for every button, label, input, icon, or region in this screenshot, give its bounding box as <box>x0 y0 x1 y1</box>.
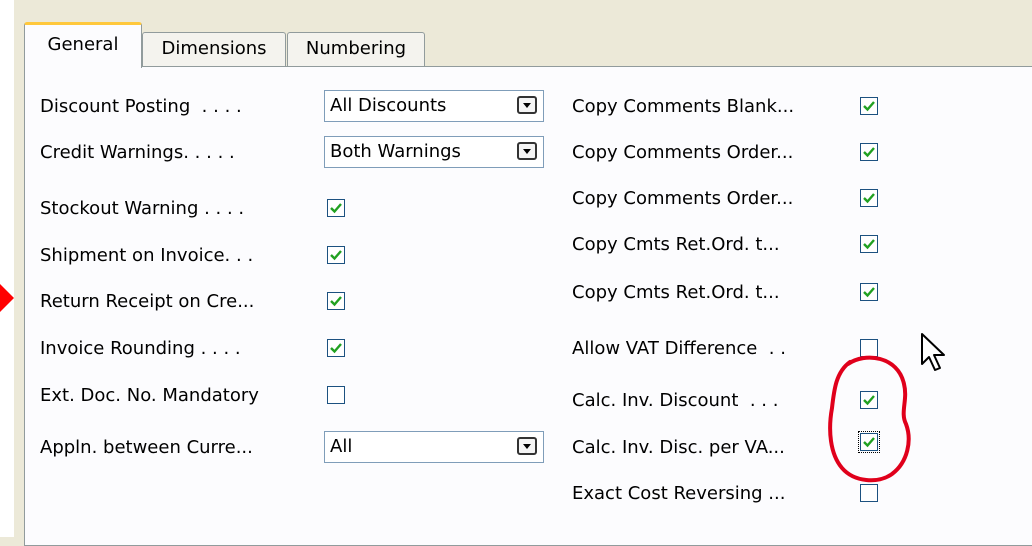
checkmark-icon <box>863 193 875 204</box>
copy-comments-order-checkbox-1[interactable] <box>860 143 878 161</box>
credit-warnings-value: Both Warnings <box>330 141 461 162</box>
credit-warnings-label: Credit Warnings. . . . . <box>40 142 235 163</box>
ext-doc-no-mandatory-label: Ext. Doc. No. Mandatory <box>40 385 259 406</box>
tab-numbering[interactable]: Numbering <box>287 32 425 66</box>
return-receipt-checkbox[interactable] <box>327 292 345 310</box>
discount-posting-label: Discount Posting . . . . <box>40 96 242 117</box>
appln-between-value: All <box>330 436 353 457</box>
checkmark-icon <box>863 101 875 112</box>
allow-vat-difference-label: Allow VAT Difference . . <box>572 338 786 359</box>
appln-between-label: Appln. between Curre... <box>40 437 253 458</box>
red-annotation-circle <box>828 355 911 483</box>
red-arrow-marker <box>0 284 14 312</box>
discount-posting-dropdown[interactable]: All Discounts <box>324 90 544 122</box>
ext-doc-no-mandatory-checkbox[interactable] <box>327 386 345 404</box>
checkmark-icon <box>863 239 875 250</box>
invoice-rounding-label: Invoice Rounding . . . . <box>40 338 241 359</box>
stockout-warning-checkbox[interactable] <box>327 199 345 217</box>
copy-cmts-ret-label-1: Copy Cmts Ret.Ord. t... <box>572 234 780 255</box>
exact-cost-reversing-label: Exact Cost Reversing ... <box>572 483 786 504</box>
shipment-on-invoice-label: Shipment on Invoice. . . <box>40 245 254 266</box>
invoice-rounding-checkbox[interactable] <box>327 339 345 357</box>
copy-comments-blank-label: Copy Comments Blank... <box>572 96 795 117</box>
copy-comments-blank-checkbox[interactable] <box>860 97 878 115</box>
copy-cmts-ret-checkbox-1[interactable] <box>860 235 878 253</box>
checkmark-icon <box>863 287 875 298</box>
checkmark-icon <box>330 250 342 261</box>
calc-inv-disc-per-vat-label: Calc. Inv. Disc. per VA... <box>572 437 785 458</box>
return-receipt-label: Return Receipt on Cre... <box>40 291 255 312</box>
checkmark-icon <box>330 203 342 214</box>
credit-warnings-dropdown[interactable]: Both Warnings <box>324 136 544 168</box>
copy-comments-order-label-1: Copy Comments Order... <box>572 142 794 163</box>
dropdown-arrow-icon[interactable] <box>517 96 537 114</box>
checkmark-icon <box>330 343 342 354</box>
mouse-pointer-icon <box>921 333 945 371</box>
calc-inv-discount-label: Calc. Inv. Discount . . . <box>572 390 779 411</box>
copy-comments-order-label-2: Copy Comments Order... <box>572 188 794 209</box>
checkmark-icon <box>863 147 875 158</box>
discount-posting-value: All Discounts <box>330 95 447 116</box>
dropdown-arrow-icon[interactable] <box>517 437 537 455</box>
copy-cmts-ret-label-2: Copy Cmts Ret.Ord. t... <box>572 282 780 303</box>
copy-comments-order-checkbox-2[interactable] <box>860 189 878 207</box>
left-edge-strip <box>0 0 14 537</box>
copy-cmts-ret-checkbox-2[interactable] <box>860 283 878 301</box>
checkmark-icon <box>330 296 342 307</box>
shipment-on-invoice-checkbox[interactable] <box>327 246 345 264</box>
appln-between-dropdown[interactable]: All <box>324 431 544 463</box>
tab-general[interactable]: General <box>24 22 142 68</box>
dropdown-arrow-icon[interactable] <box>517 142 537 160</box>
stockout-warning-label: Stockout Warning . . . . <box>40 198 245 219</box>
tab-dimensions[interactable]: Dimensions <box>142 32 286 66</box>
